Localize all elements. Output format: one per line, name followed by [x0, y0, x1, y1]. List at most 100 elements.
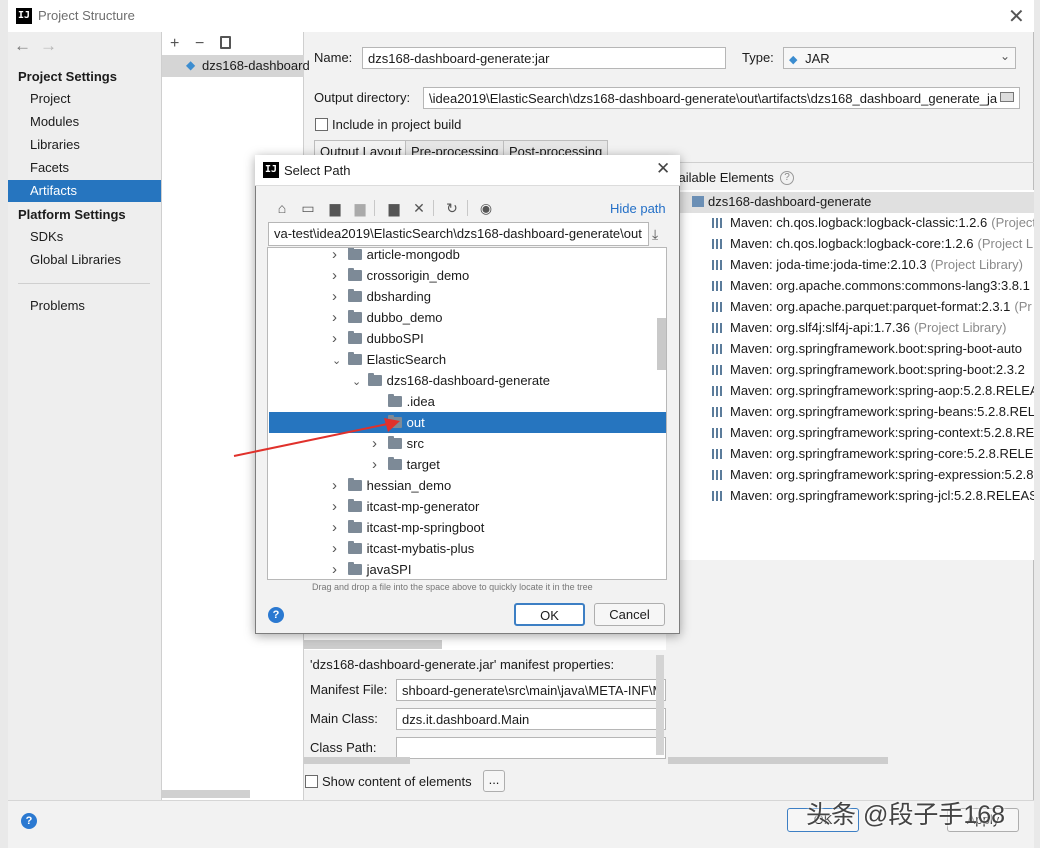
nav-item-facets[interactable]: Facets: [30, 160, 69, 175]
path-input[interactable]: va-test\idea2019\ElasticSearch\dzs168-da…: [268, 222, 649, 246]
chevron-right-icon[interactable]: ›: [332, 248, 344, 265]
main-class-input[interactable]: dzs.it.dashboard.Main: [396, 708, 666, 730]
library-item[interactable]: Maven: org.springframework:spring-expres…: [712, 467, 1033, 482]
include-in-build-checkbox[interactable]: [315, 118, 328, 131]
main-class-label: Main Class:: [310, 711, 378, 726]
show-hidden-icon[interactable]: ◉: [477, 200, 495, 217]
library-icon: [712, 344, 724, 354]
add-icon[interactable]: +: [170, 35, 179, 53]
library-item[interactable]: Maven: ch.qos.logback:logback-core:1.2.6…: [712, 236, 1033, 251]
output-layout-scrollbar[interactable]: [304, 640, 442, 649]
watermark-text: 头条 @段子手168: [806, 801, 1006, 829]
library-item[interactable]: Maven: org.springframework.boot:spring-b…: [712, 341, 1022, 356]
tree-row[interactable]: › article-mongodb: [332, 248, 460, 265]
back-arrow-icon[interactable]: ←: [14, 36, 31, 56]
nav-item-sdks[interactable]: SDKs: [30, 229, 63, 244]
nav-item-artifacts[interactable]: Artifacts: [30, 183, 77, 198]
artifact-item-label[interactable]: dzs168-dashboard: [202, 58, 310, 73]
nav-item-global-libraries[interactable]: Global Libraries: [30, 252, 121, 267]
artifact-list-scrollbar[interactable]: [162, 790, 250, 798]
project-folder-icon[interactable]: ▆: [326, 200, 344, 217]
manifest-vertical-scrollbar[interactable]: [656, 655, 664, 755]
footer-help-icon[interactable]: ?: [21, 813, 37, 829]
tree-row[interactable]: › crossorigin_demo: [332, 265, 469, 286]
available-elements-scrollbar[interactable]: [668, 757, 888, 764]
chevron-right-icon[interactable]: ›: [332, 286, 344, 307]
chevron-right-icon[interactable]: ›: [332, 517, 344, 538]
library-item[interactable]: Maven: org.springframework:spring-contex…: [712, 425, 1034, 440]
chevron-right-icon[interactable]: ›: [332, 265, 344, 286]
library-item[interactable]: Maven: org.apache.parquet:parquet-format…: [712, 299, 1032, 314]
tree-row[interactable]: › itcast-mp-springboot: [332, 517, 484, 538]
delete-icon[interactable]: ✕: [410, 200, 428, 217]
library-item[interactable]: Maven: org.springframework.boot:spring-b…: [712, 362, 1025, 377]
remove-icon[interactable]: −: [195, 35, 204, 53]
library-item[interactable]: Maven: org.springframework:spring-jcl:5.…: [712, 488, 1034, 503]
library-item[interactable]: Maven: joda-time:joda-time:2.10.3 (Projec…: [712, 257, 1023, 272]
folder-icon: [347, 499, 362, 512]
tree-row[interactable]: ⌄ dzs168-dashboard-generate: [352, 370, 550, 391]
library-item[interactable]: Maven: ch.qos.logback:logback-classic:1.…: [712, 215, 1034, 230]
nav-item-libraries[interactable]: Libraries: [30, 137, 80, 152]
library-item[interactable]: Maven: org.springframework:spring-aop:5.…: [712, 383, 1034, 398]
copy-icon[interactable]: [220, 36, 231, 49]
new-folder-icon[interactable]: ▆: [385, 200, 403, 217]
dialog-cancel-button[interactable]: Cancel: [594, 603, 665, 626]
desktop-icon[interactable]: ▭: [299, 200, 317, 217]
chevron-right-icon[interactable]: ›: [332, 538, 344, 559]
tree-row[interactable]: › hessian_demo: [332, 475, 451, 496]
library-item[interactable]: Maven: org.springframework:spring-core:5…: [712, 446, 1033, 461]
class-path-input[interactable]: [396, 737, 666, 759]
chevron-right-icon[interactable]: ›: [332, 496, 344, 517]
output-directory-input[interactable]: \idea2019\ElasticSearch\dzs168-dashboard…: [423, 87, 1020, 109]
toolbar-separator-2: [433, 200, 434, 216]
project-settings-header: Project Settings: [18, 69, 117, 84]
dialog-ok-button[interactable]: OK: [514, 603, 585, 626]
refresh-icon[interactable]: ↻: [443, 200, 461, 217]
chevron-right-icon[interactable]: ›: [332, 475, 344, 496]
library-item[interactable]: Maven: org.apache.commons:commons-lang3:…: [712, 278, 1030, 293]
tree-row[interactable]: .idea: [372, 391, 435, 412]
library-item[interactable]: Maven: org.slf4j:slf4j-api:1.7.36 (Projec…: [712, 320, 1006, 335]
tree-row[interactable]: › dubbo_demo: [332, 307, 443, 328]
library-item[interactable]: Maven: org.springframework:spring-beans:…: [712, 404, 1034, 419]
module-folder-icon[interactable]: ▆: [351, 200, 369, 217]
chevron-right-icon[interactable]: ›: [332, 307, 344, 328]
forward-arrow-icon[interactable]: →: [40, 36, 57, 56]
nav-item-problems[interactable]: Problems: [30, 298, 85, 313]
manifest-file-input[interactable]: shboard-generate\src\main\java\META-INF\…: [396, 679, 666, 701]
folder-browse-icon[interactable]: [1000, 92, 1014, 102]
type-select[interactable]: ◆ JAR: [783, 47, 1016, 69]
hide-path-link[interactable]: Hide path: [610, 201, 666, 216]
chevron-right-icon[interactable]: ›: [332, 559, 344, 579]
dialog-intellij-logo-icon: IJ: [263, 162, 279, 178]
nav-item-modules[interactable]: Modules: [30, 114, 79, 129]
dialog-help-icon[interactable]: ?: [268, 607, 284, 623]
module-root-label[interactable]: dzs168-dashboard-generate: [708, 194, 871, 209]
tree-row[interactable]: › javaSPI: [332, 559, 411, 579]
tree-row[interactable]: › dbsharding: [332, 286, 431, 307]
dialog-close-icon[interactable]: ✕: [656, 159, 670, 179]
tree-row-label: itcast-mybatis-plus: [366, 541, 475, 556]
nav-item-project[interactable]: Project: [30, 91, 70, 106]
tree-row[interactable]: › dubboSPI: [332, 328, 424, 349]
close-icon[interactable]: ✕: [1008, 4, 1025, 29]
available-elements-title: vailable Elements: [672, 170, 774, 185]
chevron-down-icon[interactable]: ⌄: [332, 351, 344, 372]
tree-row[interactable]: › itcast-mybatis-plus: [332, 538, 474, 559]
download-icon[interactable]: ⤓: [652, 226, 658, 243]
artifact-name-input[interactable]: dzs168-dashboard-generate:jar: [362, 47, 726, 69]
tree-scrollbar-thumb[interactable]: [657, 318, 666, 370]
chevron-down-icon[interactable]: ⌄: [352, 372, 364, 393]
home-icon[interactable]: ⌂: [273, 200, 291, 216]
more-options-button[interactable]: ...: [483, 770, 505, 792]
chevron-right-icon[interactable]: ›: [332, 328, 344, 349]
manifest-scrollbar[interactable]: [304, 757, 410, 764]
tree-row[interactable]: ⌄ ElasticSearch: [332, 349, 446, 370]
folder-icon: [347, 541, 362, 554]
tree-row[interactable]: › itcast-mp-generator: [332, 496, 479, 517]
library-icon: [712, 407, 724, 417]
show-content-checkbox[interactable]: [305, 775, 318, 788]
folder-icon: [347, 310, 362, 323]
help-icon[interactable]: ?: [780, 171, 794, 185]
